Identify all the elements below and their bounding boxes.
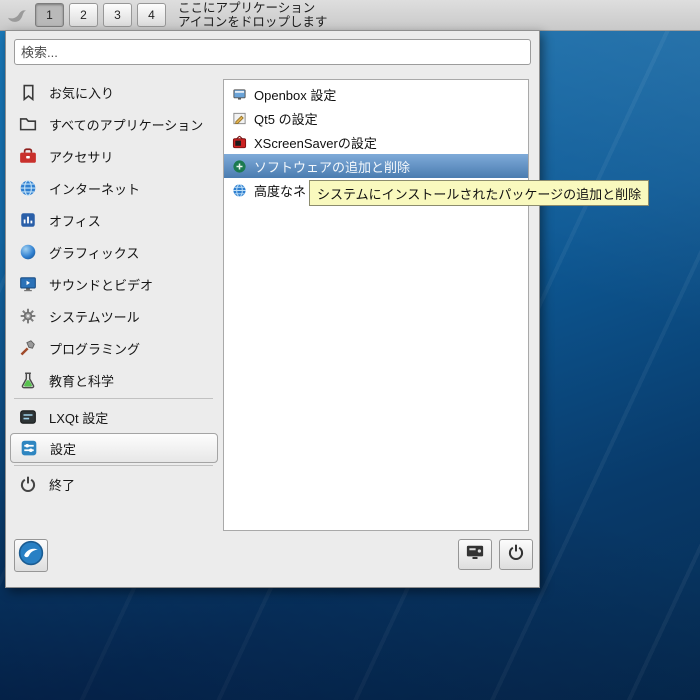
sidebar-item-label: すべてのアプリケーション [49,117,204,133]
workspace-switcher: 1 2 3 4 [35,3,166,27]
sidebar-item-office[interactable]: オフィス [6,204,223,236]
app-menu-popup: お気に入り すべてのアプリケーション アクセサリ インターネット [5,30,540,588]
settings-icon [19,438,39,458]
xscreensaver-icon [231,134,247,150]
tooltip-text: システムにインストールされたパッケージの追加と削除 [317,186,642,202]
search-box [14,39,531,65]
sidebar-item-internet[interactable]: インターネット [6,172,223,204]
sidebar-item-label: オフィス [49,213,101,229]
category-sidebar: お気に入り すべてのアプリケーション アクセサリ インターネット オフィス グラ… [6,76,223,500]
drop-hint-line1: ここにアプリケーション [178,1,316,15]
tools-icon [18,338,38,358]
lxqt-settings-icon [18,407,38,427]
sidebar-item-label: グラフィックス [49,245,140,261]
flask-icon [18,370,38,390]
office-icon [18,210,38,230]
sidebar-item-label: プログラミング [49,341,141,357]
sidebar-item-label: 終了 [49,477,76,493]
openbox-icon [231,86,247,102]
sidebar-item-leave[interactable]: 終了 [6,468,223,500]
power-icon [18,474,38,494]
sidebar-item-label: サウンドとビデオ [49,277,154,293]
desktop: 1 2 3 4 ここにアプリケーション アイコンをドロップします お気に入り [0,0,700,700]
sidebar-item-system-tools[interactable]: システムツール [6,300,223,332]
app-item-openbox-settings[interactable]: Openbox 設定 [224,82,528,106]
workspace-button-1[interactable]: 1 [35,3,64,27]
sidebar-divider [14,398,213,399]
lxqt-logo-icon [18,540,44,571]
drop-hint-line2: アイコンをドロップします [178,15,328,29]
sphere-icon [18,242,38,262]
sidebar-item-label: システムツール [49,309,140,325]
sidebar-item-education-science[interactable]: 教育と科学 [6,364,223,396]
sidebar-item-favorites[interactable]: お気に入り [6,76,223,108]
sidebar-item-label: お気に入り [49,85,115,101]
sidebar-item-accessories[interactable]: アクセサリ [6,140,223,172]
workspace-button-3[interactable]: 3 [103,3,132,27]
app-item-xscreensaver-settings[interactable]: XScreenSaverの設定 [224,130,528,154]
qt5-icon [231,110,247,126]
quicklaunch-drop-hint: ここにアプリケーション アイコンをドロップします [178,1,327,29]
search-input[interactable] [14,39,531,65]
software-icon [231,158,247,174]
panel-bird-icon[interactable] [4,2,30,28]
tooltip: システムにインストールされたパッケージの追加と削除 [309,180,650,206]
leave-icon [465,542,485,567]
gear-icon [18,306,38,326]
monitor-icon [18,274,38,294]
workspace-button-2[interactable]: 2 [69,3,98,27]
power-button[interactable] [499,539,533,570]
app-item-label: 高度なネ [254,183,307,199]
sidebar-item-label: アクセサリ [49,149,114,165]
power-button-icon [507,543,525,566]
sidebar-item-programming[interactable]: プログラミング [6,332,223,364]
sidebar-item-label: インターネット [49,181,141,197]
app-item-label: ソフトウェアの追加と削除 [254,159,411,175]
leave-button[interactable] [458,539,492,570]
network-icon [231,182,247,198]
sidebar-item-label: LXQt 設定 [49,410,109,426]
app-item-add-remove-software[interactable]: ソフトウェアの追加と削除 [224,154,528,178]
sidebar-divider [14,465,213,466]
sidebar-item-sound-video[interactable]: サウンドとビデオ [6,268,223,300]
app-item-label: Qt5 の設定 [254,111,318,127]
app-item-qt5-settings[interactable]: Qt5 の設定 [224,106,528,130]
sidebar-item-graphics[interactable]: グラフィックス [6,236,223,268]
app-item-label: XScreenSaverの設定 [254,135,377,151]
workspace-button-4[interactable]: 4 [137,3,166,27]
toolbox-icon [18,146,38,166]
application-list: Openbox 設定 Qt5 の設定 XScreenSaverの設定 ソフトウェ… [223,79,529,531]
app-item-label: Openbox 設定 [254,87,337,103]
top-panel: 1 2 3 4 ここにアプリケーション アイコンをドロップします [0,0,700,31]
folder-icon [18,114,38,134]
sidebar-item-settings[interactable]: 設定 [10,433,218,463]
bookmark-icon [18,82,38,102]
sidebar-item-label: 設定 [50,441,77,457]
lxqt-logo-button[interactable] [14,539,48,572]
sidebar-item-all-applications[interactable]: すべてのアプリケーション [6,108,223,140]
sidebar-item-lxqt-settings[interactable]: LXQt 設定 [6,401,223,433]
sidebar-item-label: 教育と科学 [49,373,115,389]
globe-icon [18,178,38,198]
